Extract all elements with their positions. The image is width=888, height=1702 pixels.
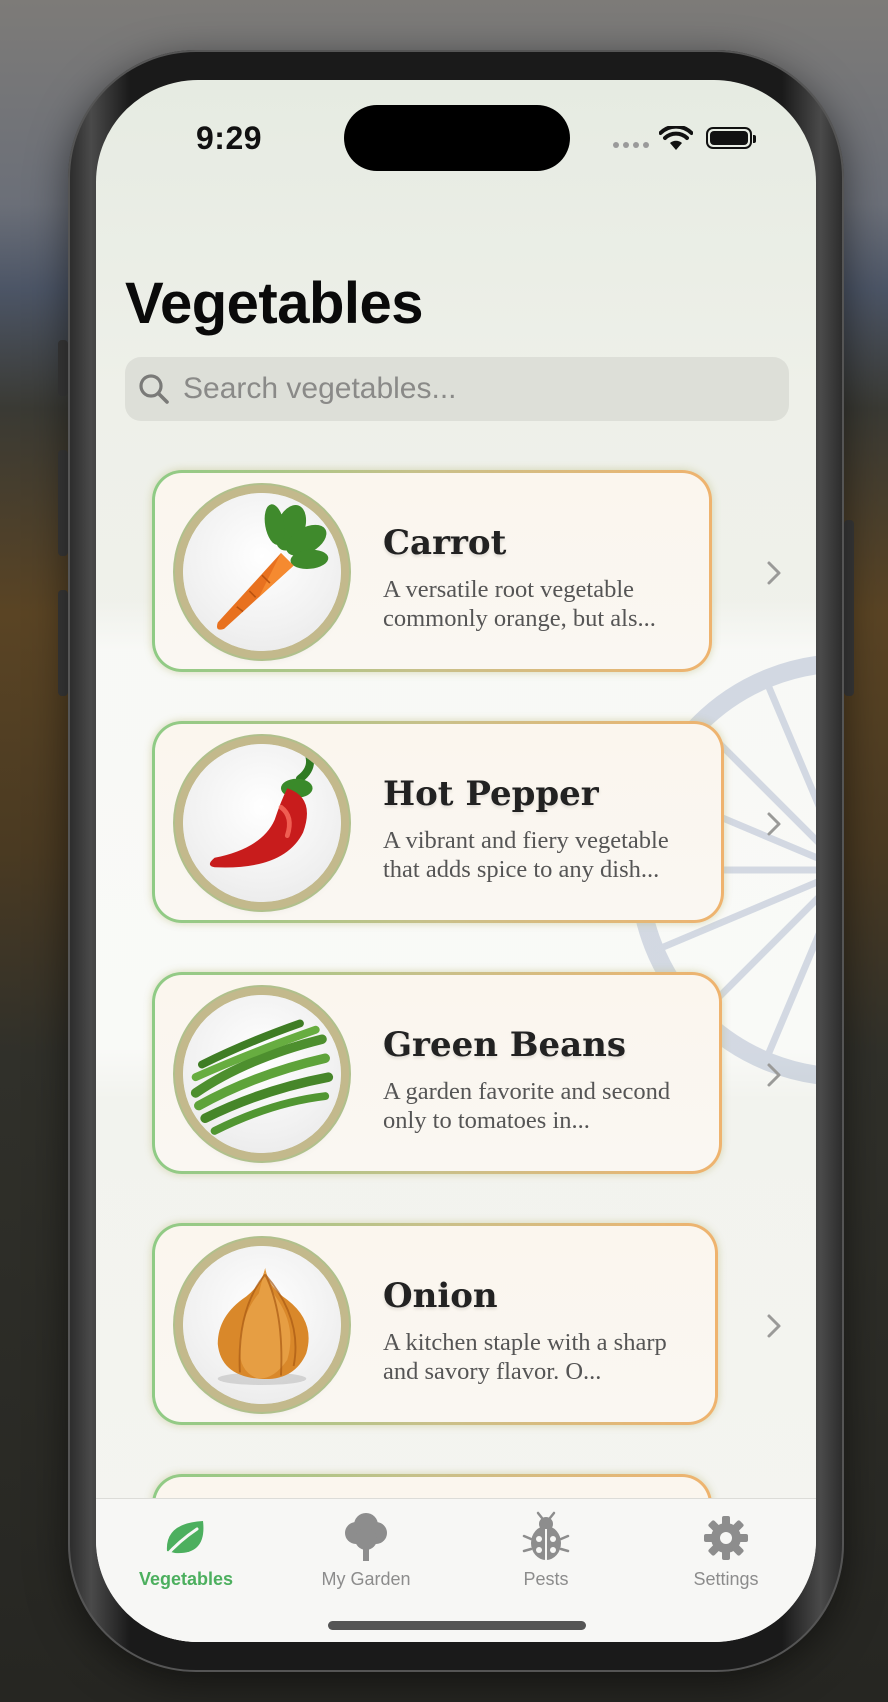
tab-label: Settings (693, 1569, 759, 1589)
app-screen: 9:29 Vegetables Search vegetables... Car… (96, 80, 816, 1642)
battery-icon (706, 127, 756, 149)
search-icon (139, 374, 169, 404)
vegetable-name: Hot Pepper (383, 774, 599, 814)
cellular-signal-icon (613, 142, 649, 148)
wifi-icon (659, 126, 693, 150)
vegetable-name: Carrot (383, 523, 507, 563)
leaf-icon (163, 1521, 204, 1559)
home-indicator (328, 1621, 586, 1630)
vegetable-name: Onion (383, 1276, 498, 1316)
status-time: 9:29 (196, 120, 263, 156)
vegetable-card-green-beans[interactable]: Green Beans A garden favorite and second… (152, 972, 781, 1174)
volume-down-button (58, 590, 68, 696)
chevron-right-icon (767, 1063, 781, 1087)
tab-label: Pests (523, 1569, 569, 1589)
action-button (58, 340, 68, 396)
vegetable-name: Green Beans (383, 1025, 627, 1065)
carrot-image (183, 493, 341, 651)
vegetable-description: A kitchen staple with a sharp and savory… (383, 1329, 667, 1385)
vegetable-description: A garden favorite and second only to tom… (383, 1078, 671, 1134)
power-button (844, 520, 854, 696)
onion-image (183, 1246, 341, 1404)
hot-pepper-image (183, 744, 341, 902)
chevron-right-icon (767, 812, 781, 836)
vegetable-card-onion[interactable]: Onion A kitchen staple with a sharp and … (152, 1223, 781, 1425)
chevron-right-icon (767, 561, 781, 585)
dynamic-island (344, 105, 570, 171)
tab-settings[interactable]: Settings (636, 1503, 816, 1603)
tree-icon (345, 1513, 387, 1561)
search-input[interactable] (181, 371, 745, 407)
search-bar[interactable] (125, 357, 789, 421)
volume-up-button (58, 450, 68, 556)
gear-icon (704, 1516, 748, 1560)
vegetable-card-hot-pepper[interactable]: Hot Pepper A vibrant and fiery vegetable… (152, 721, 781, 923)
green-beans-image (183, 995, 341, 1153)
tab-vegetables[interactable]: Vegetables (96, 1503, 276, 1603)
chevron-right-icon (767, 1314, 781, 1338)
tab-label: Vegetables (138, 1569, 234, 1589)
tab-my-garden[interactable]: My Garden (276, 1503, 456, 1603)
vegetable-description: A versatile root vegetable commonly oran… (383, 576, 656, 632)
vegetable-description: A vibrant and fiery vegetable that adds … (383, 827, 669, 883)
page-title: Vegetables (125, 271, 424, 336)
ladybug-icon (522, 1511, 570, 1560)
tab-label: My Garden (321, 1569, 411, 1589)
tab-pests[interactable]: Pests (456, 1503, 636, 1603)
vegetable-card-carrot[interactable]: Carrot A versatile root vegetable common… (152, 470, 781, 672)
